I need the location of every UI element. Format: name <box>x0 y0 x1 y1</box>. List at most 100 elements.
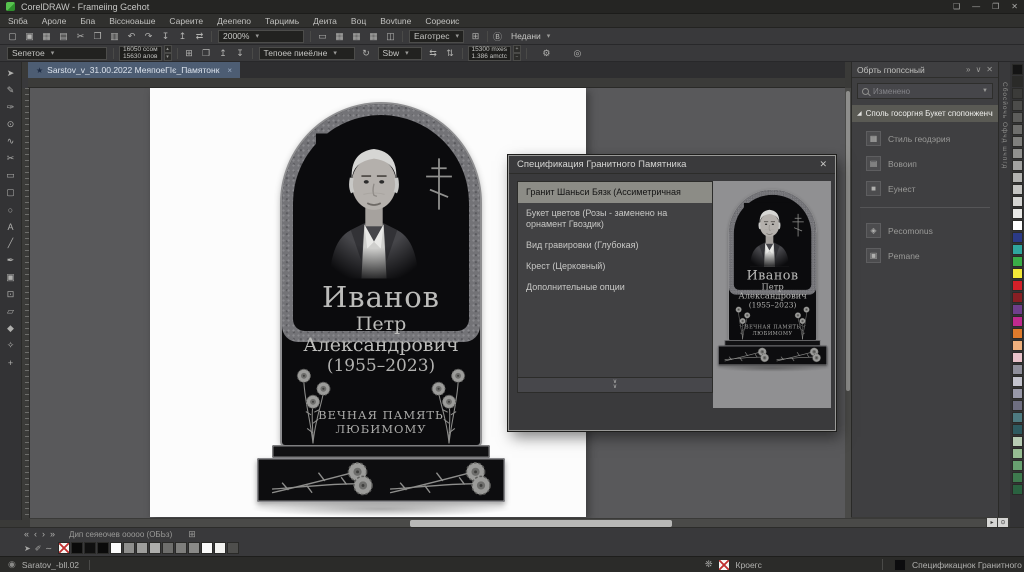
color-swatch[interactable] <box>1012 436 1023 447</box>
color-swatch[interactable] <box>1012 328 1023 339</box>
horizontal-scrollbar[interactable] <box>30 518 986 527</box>
grid-view-icon-3[interactable]: ▦ <box>366 30 381 43</box>
rectangle-tool-icon[interactable]: ▭ <box>2 167 20 184</box>
menu-item[interactable]: Деепепо <box>217 16 251 26</box>
scrollbar-button-1[interactable]: ▸ <box>987 518 997 527</box>
color-swatch[interactable] <box>1012 340 1023 351</box>
freehand-tool-icon[interactable]: ✑ <box>2 99 20 116</box>
pen-tool-icon[interactable]: ✒ <box>2 252 20 269</box>
dialog-close-icon[interactable]: ✕ <box>819 159 827 170</box>
spec-list-item[interactable]: Гранит Шаньси Бязк (Ассиметричная <box>518 182 712 203</box>
docker-side-tab[interactable]: Сбосйочь Офчд шчпгд <box>998 62 1010 517</box>
color-swatch[interactable] <box>162 542 174 554</box>
account-dropdown[interactable]: Недани <box>507 30 554 43</box>
window-thumbnail-icon[interactable]: ❑ <box>953 0 960 14</box>
mirror-horizontal-icon[interactable]: ⇆ <box>426 47 441 60</box>
ellipse-tool-icon[interactable]: ○ <box>2 201 20 218</box>
fill-color-swatch[interactable] <box>894 559 906 571</box>
color-swatch[interactable] <box>1012 112 1023 123</box>
scrollbar-button-2[interactable]: ⊙ <box>998 518 1008 527</box>
menu-item[interactable]: Віссноаьше <box>109 16 155 26</box>
color-swatch[interactable] <box>1012 160 1023 171</box>
expand-triangle-icon[interactable]: ◢ <box>857 110 862 117</box>
menu-item[interactable]: Бпа <box>80 16 95 26</box>
undo-icon[interactable]: ↶ <box>124 30 139 43</box>
page-options-icon[interactable]: ⊞ <box>188 529 196 539</box>
color-swatch[interactable] <box>1012 124 1023 135</box>
menu-item[interactable]: Воц <box>351 16 366 26</box>
close-icon[interactable]: ✕ <box>1011 0 1018 14</box>
text-tool-icon[interactable]: A <box>2 218 20 235</box>
rounded-rect-tool-icon[interactable]: ▢ <box>2 184 20 201</box>
document-tab[interactable]: ★ Sarstov_v_31.00.2022 МеяпоеГІє_Памятон… <box>28 62 240 78</box>
cut-icon[interactable]: ✂ <box>73 30 88 43</box>
object-size-spinner[interactable]: +− <box>513 45 521 61</box>
print-icon[interactable]: ▤ <box>56 30 71 43</box>
launch-window-icon[interactable]: ⊞ <box>468 30 483 43</box>
restore-icon[interactable]: ❐ <box>992 0 999 14</box>
color-swatch[interactable] <box>1012 400 1023 411</box>
menu-item[interactable]: Bovtune <box>380 16 411 26</box>
crop-tool-icon[interactable]: ✂ <box>2 150 20 167</box>
menu-item[interactable]: Деита <box>313 16 337 26</box>
minimize-icon[interactable]: — <box>972 0 980 14</box>
color-swatch[interactable] <box>1012 76 1023 87</box>
units-icon[interactable]: ⊞ <box>182 47 197 60</box>
next-page-icon[interactable]: › <box>42 528 45 541</box>
grid-view-icon-1[interactable]: ▦ <box>332 30 347 43</box>
color-swatch[interactable] <box>1012 316 1023 327</box>
color-swatch[interactable] <box>1012 448 1023 459</box>
mirror-vertical-icon[interactable]: ⇅ <box>443 47 458 60</box>
copy-icon[interactable]: ❐ <box>90 30 105 43</box>
eyedropper-icon[interactable]: ✐ <box>35 544 42 553</box>
color-swatch[interactable] <box>175 542 187 554</box>
color-swatch[interactable] <box>1012 304 1023 315</box>
spec-list-item[interactable]: Крест (Церковный) <box>518 256 712 277</box>
page-size-fields[interactable]: 16050 ссом 15630 алов <box>119 46 162 61</box>
last-page-icon[interactable]: » <box>50 528 55 541</box>
layer-up-icon[interactable]: ↥ <box>216 47 231 60</box>
add-tool-icon[interactable]: + <box>2 354 20 371</box>
angle-field[interactable]: Sbw <box>378 47 422 60</box>
color-swatch[interactable] <box>58 542 70 554</box>
color-swatch[interactable] <box>1012 280 1023 291</box>
curve-tool-icon[interactable]: ∿ <box>2 133 20 150</box>
prev-page-icon[interactable]: ‹ <box>34 528 37 541</box>
spec-list-scroll-more[interactable]: ∨∨ <box>518 377 712 392</box>
dialog-title-bar[interactable]: Спецификация Гранитного Памятника ✕ <box>509 156 835 174</box>
rotate-icon[interactable]: ↻ <box>359 47 374 60</box>
color-swatch[interactable] <box>1012 472 1023 483</box>
horizontal-scrollbar-thumb[interactable] <box>410 520 672 527</box>
new-document-icon[interactable]: ▢ <box>5 30 20 43</box>
menu-item[interactable]: Сареите <box>169 16 203 26</box>
color-swatch[interactable] <box>110 542 122 554</box>
monument[interactable]: Иванов Петр Александрович (1955–2023) ВЕ… <box>257 104 505 510</box>
color-swatch[interactable] <box>1012 172 1023 183</box>
color-swatch[interactable] <box>1012 412 1023 423</box>
frame-tool-icon[interactable]: ▣ <box>2 269 20 286</box>
outline-color-swatch[interactable] <box>718 559 730 571</box>
color-swatch[interactable] <box>1012 388 1023 399</box>
color-swatch[interactable] <box>97 542 109 554</box>
eraser-tool-icon[interactable]: ▱ <box>2 303 20 320</box>
preset-select[interactable]: Sепетое <box>7 47 107 60</box>
color-swatch[interactable] <box>1012 64 1023 75</box>
menu-item[interactable]: Ароле <box>42 16 67 26</box>
export-alt-icon[interactable]: ⇄ <box>192 30 207 43</box>
spec-list-item[interactable]: Вид гравировки (Глубокая) <box>518 235 712 256</box>
color-swatch[interactable] <box>201 542 213 554</box>
spec-list-item[interactable]: Букет цветов (Розы - заменено на орнамен… <box>518 203 712 235</box>
color-swatch[interactable] <box>1012 244 1023 255</box>
color-swatch[interactable] <box>84 542 96 554</box>
color-swatch[interactable] <box>123 542 135 554</box>
color-swatch[interactable] <box>227 542 239 554</box>
color-swatch[interactable] <box>1012 220 1023 231</box>
color-swatch[interactable] <box>214 542 226 554</box>
fill-tool-icon[interactable]: ◆ <box>2 320 20 337</box>
color-swatch[interactable] <box>1012 100 1023 111</box>
import-icon[interactable]: ↧ <box>158 30 173 43</box>
tilde-icon[interactable]: ∼ <box>45 544 52 553</box>
duplicate-icon[interactable]: ❐ <box>199 47 214 60</box>
eyedropper-tool-icon[interactable]: ✧ <box>2 337 20 354</box>
color-swatch[interactable] <box>1012 484 1023 495</box>
